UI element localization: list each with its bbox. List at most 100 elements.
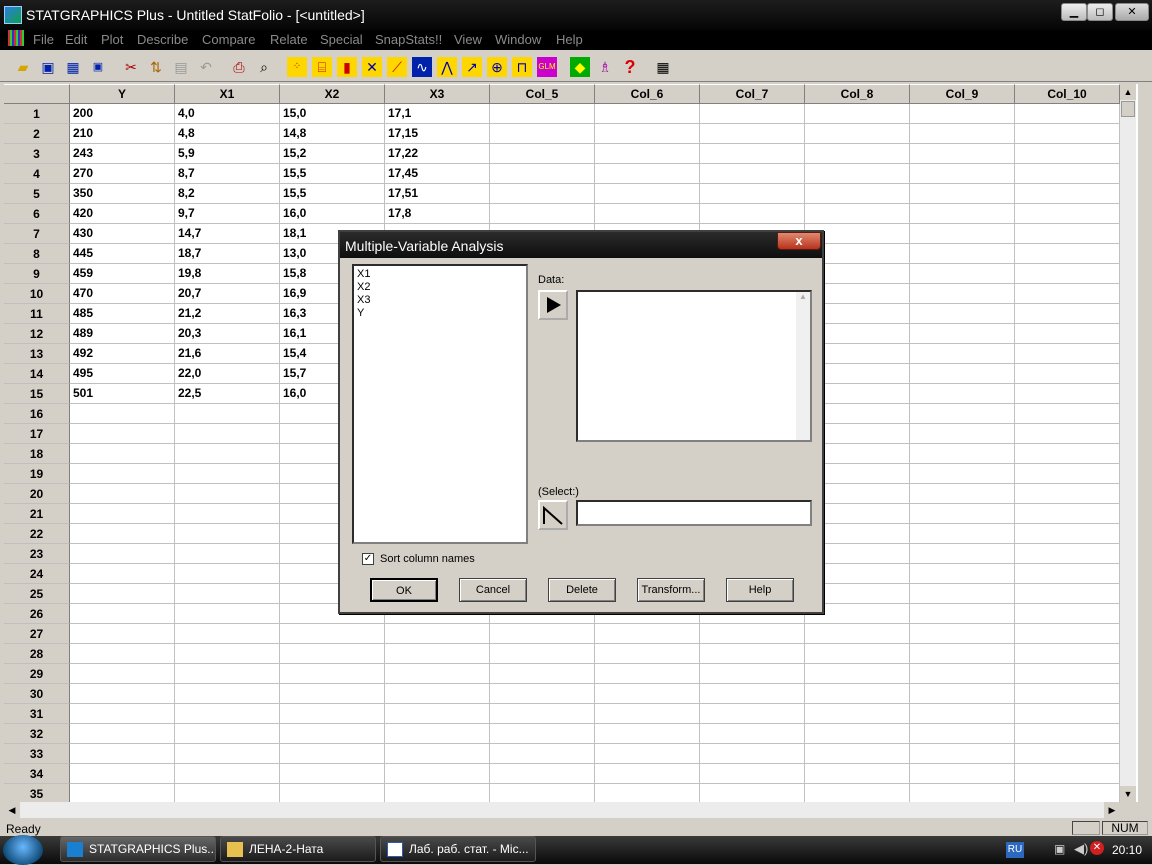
table-cell[interactable] — [175, 404, 280, 424]
table-cell[interactable]: 8,7 — [175, 164, 280, 184]
table-cell[interactable] — [490, 764, 595, 784]
row-header[interactable]: 21 — [4, 504, 70, 524]
scroll-left-button[interactable]: ◀ — [4, 802, 20, 818]
table-cell[interactable]: 485 — [70, 304, 175, 324]
table-cell[interactable] — [595, 164, 700, 184]
table-cell[interactable]: 5,9 — [175, 144, 280, 164]
table-cell[interactable] — [910, 404, 1015, 424]
table-cell[interactable] — [910, 344, 1015, 364]
table-cell[interactable]: 17,51 — [385, 184, 490, 204]
table-cell[interactable] — [1015, 344, 1120, 364]
row-header[interactable]: 26 — [4, 604, 70, 624]
ok-button[interactable]: OK — [370, 578, 438, 602]
table-cell[interactable] — [595, 104, 700, 124]
menu-file[interactable]: File — [33, 30, 54, 50]
row-header[interactable]: 3 — [4, 144, 70, 164]
calculator-icon[interactable]: ▦ — [650, 54, 674, 78]
list-item[interactable]: X2 — [357, 281, 523, 294]
table-cell[interactable] — [70, 624, 175, 644]
maximize-button[interactable]: ◻ — [1087, 3, 1113, 21]
table-cell[interactable] — [490, 184, 595, 204]
table-cell[interactable] — [70, 784, 175, 802]
table-cell[interactable] — [910, 124, 1015, 144]
table-cell[interactable]: 489 — [70, 324, 175, 344]
table-cell[interactable] — [175, 704, 280, 724]
row-header[interactable]: 33 — [4, 744, 70, 764]
language-indicator[interactable]: RU — [1006, 842, 1024, 858]
add-data-button[interactable] — [538, 290, 568, 320]
menu-snapstats[interactable]: SnapStats!! — [375, 30, 442, 50]
table-cell[interactable] — [805, 664, 910, 684]
table-cell[interactable] — [910, 604, 1015, 624]
table-cell[interactable] — [385, 684, 490, 704]
table-cell[interactable] — [1015, 664, 1120, 684]
table-cell[interactable] — [700, 664, 805, 684]
table-cell[interactable] — [805, 164, 910, 184]
table-cell[interactable] — [175, 564, 280, 584]
table-cell[interactable] — [805, 124, 910, 144]
spreadsheet-icon[interactable]: ▦ — [60, 54, 84, 78]
table-cell[interactable] — [1015, 504, 1120, 524]
table-cell[interactable] — [385, 784, 490, 802]
table-cell[interactable] — [490, 124, 595, 144]
table-cell[interactable] — [175, 504, 280, 524]
table-cell[interactable] — [805, 744, 910, 764]
table-cell[interactable] — [910, 484, 1015, 504]
table-cell[interactable] — [175, 684, 280, 704]
row-header[interactable]: 22 — [4, 524, 70, 544]
table-cell[interactable] — [1015, 244, 1120, 264]
menu-edit[interactable]: Edit — [65, 30, 87, 50]
table-cell[interactable] — [175, 584, 280, 604]
scroll-up-button[interactable]: ▲ — [1120, 84, 1136, 100]
task-folder[interactable]: ЛЕНА-2-Ната — [220, 836, 376, 862]
table-cell[interactable]: 20,7 — [175, 284, 280, 304]
table-cell[interactable] — [1015, 364, 1120, 384]
table-cell[interactable] — [490, 644, 595, 664]
table-cell[interactable]: 15,2 — [280, 144, 385, 164]
table-cell[interactable]: 22,5 — [175, 384, 280, 404]
select-field[interactable] — [576, 500, 812, 526]
table-cell[interactable] — [1015, 484, 1120, 504]
row-header[interactable]: 15 — [4, 384, 70, 404]
control-chart-icon[interactable]: ✕ — [359, 54, 383, 78]
menu-help[interactable]: Help — [556, 30, 583, 50]
table-cell[interactable] — [910, 584, 1015, 604]
column-header[interactable]: Col_10 — [1015, 84, 1120, 104]
table-cell[interactable] — [385, 744, 490, 764]
minimize-button[interactable]: ▁ — [1061, 3, 1087, 21]
table-cell[interactable] — [385, 644, 490, 664]
table-cell[interactable] — [910, 264, 1015, 284]
paste-icon[interactable]: ▤ — [168, 54, 192, 78]
table-cell[interactable] — [910, 324, 1015, 344]
row-header[interactable]: 18 — [4, 444, 70, 464]
corner-header[interactable] — [4, 84, 70, 104]
open-folder-icon[interactable]: ▰ — [10, 54, 34, 78]
table-cell[interactable] — [70, 464, 175, 484]
table-cell[interactable] — [700, 764, 805, 784]
menu-compare[interactable]: Compare — [202, 30, 255, 50]
table-cell[interactable] — [805, 144, 910, 164]
delete-button[interactable]: Delete — [548, 578, 616, 602]
row-header[interactable]: 32 — [4, 724, 70, 744]
table-cell[interactable] — [595, 744, 700, 764]
save-icon[interactable]: ▣ — [35, 54, 59, 78]
table-cell[interactable]: 420 — [70, 204, 175, 224]
scroll-thumb[interactable] — [1121, 101, 1135, 117]
table-cell[interactable] — [175, 424, 280, 444]
table-cell[interactable] — [910, 644, 1015, 664]
table-cell[interactable] — [1015, 544, 1120, 564]
table-cell[interactable] — [1015, 604, 1120, 624]
table-cell[interactable] — [1015, 464, 1120, 484]
table-cell[interactable] — [385, 664, 490, 684]
row-header[interactable]: 13 — [4, 344, 70, 364]
row-header[interactable]: 30 — [4, 684, 70, 704]
table-cell[interactable] — [910, 184, 1015, 204]
menu-describe[interactable]: Describe — [137, 30, 188, 50]
table-cell[interactable] — [910, 544, 1015, 564]
table-cell[interactable] — [1015, 704, 1120, 724]
table-cell[interactable] — [595, 124, 700, 144]
table-cell[interactable]: 15,5 — [280, 184, 385, 204]
table-cell[interactable] — [175, 484, 280, 504]
table-cell[interactable] — [70, 764, 175, 784]
row-header[interactable]: 27 — [4, 624, 70, 644]
